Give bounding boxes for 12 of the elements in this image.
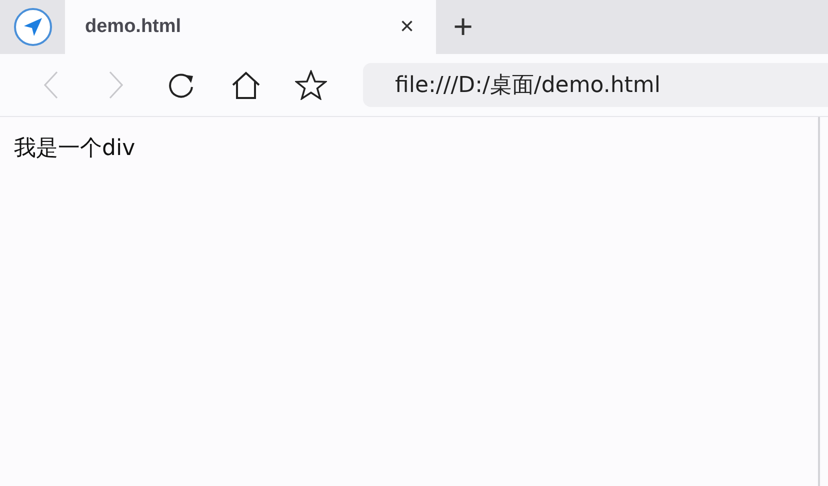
star-icon <box>294 70 326 100</box>
address-field[interactable]: file:///D:/桌面/demo.html <box>363 63 828 107</box>
forward-chevron-icon <box>108 71 122 99</box>
close-tab-button[interactable]: × <box>396 13 418 41</box>
compass-logo-icon <box>12 7 52 47</box>
reload-icon <box>166 71 194 99</box>
home-icon <box>230 71 260 99</box>
tab-title: demo.html <box>85 16 182 38</box>
page-text: 我是一个div <box>14 135 136 163</box>
back-chevron-icon <box>44 71 58 99</box>
new-tab-button[interactable]: + <box>436 0 490 54</box>
browser-tab[interactable]: demo.html × <box>65 0 436 54</box>
